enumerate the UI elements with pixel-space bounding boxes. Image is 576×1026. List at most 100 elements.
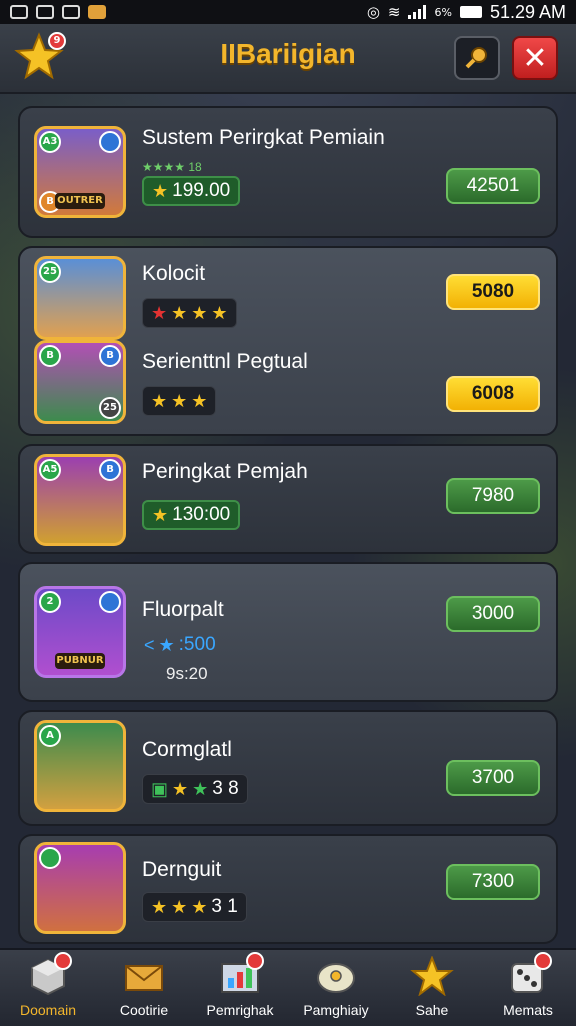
gallery-icon [36,5,54,19]
signal-icon [408,5,427,19]
star-icon: ★ [211,302,228,323]
notification-badge [54,952,72,970]
nav-item-doomain[interactable]: Doomain [0,950,96,1026]
avatar-nameplate: OUTRER [55,193,105,209]
score-button[interactable]: 7300 [446,864,540,900]
level-badge: 2 [39,591,61,613]
star-icon: ★ [171,896,188,917]
score-value: 3 1 [211,896,238,917]
leaderboard-card-4[interactable]: 2 PUBNUR Fluorpalt < ★ :500 9s:20 3000 [18,562,558,702]
nav-label: Memats [503,1002,553,1018]
status-right: ◎ ≋ 6% 51.29 AM [367,2,566,23]
rating-chip: ★ ★ ★ ★ [142,298,237,328]
leaderboard-card-5[interactable]: A Cormglatl ▣ ★ ★ 3 8 3700 [18,710,558,826]
score-button[interactable]: 3700 [446,760,540,796]
app-icon [88,5,106,19]
bottom-nav: Doomain Cootirie Pemrighak Pamghiaiy Sah… [0,948,576,1026]
score-button[interactable]: 3000 [446,596,540,632]
level-badge: 25 [39,261,61,283]
status-time: 51.29 AM [489,1,566,22]
avatar-nameplate: PUBNUR [55,653,105,669]
nav-item-pamghiaiy[interactable]: Pamghiaiy [288,950,384,1026]
nav-item-sahe[interactable]: Sahe [384,950,480,1026]
card-title: Fluorpalt [142,598,224,621]
score-chip: < ★ :500 [136,630,224,660]
close-button[interactable]: ✕ [512,36,558,80]
header: 9 IIBariigian ✕ [0,24,576,94]
nav-label: Sahe [415,1002,449,1018]
rank-badge: 25 [99,397,121,419]
status-bar: ◎ ≋ 6% 51.29 AM [0,0,576,24]
star-icon: ★ [151,896,168,917]
card-title: Peringkat Pemjah [142,460,308,483]
level-badge [39,847,61,869]
star-icon: ★ [191,302,208,323]
leaderboard-card-2[interactable]: 25 B B 25 Kolocit ★ ★ ★ ★ 5080 Serienttn… [18,246,558,436]
score-button-2[interactable]: 6008 [446,376,540,412]
rating-chip: ★ ★ ★ [142,386,217,416]
star-icon [410,956,454,996]
card-title: Kolocit [142,262,206,285]
star-icon: ★ [191,390,208,411]
share-icon: < [144,634,155,655]
level-badge: A [39,725,61,747]
nav-item-memats[interactable]: Memats [480,950,576,1026]
class-badge: B [99,345,121,367]
card-title-2: Serienttnl Pegtual [142,350,308,373]
score-button[interactable]: 42501 [446,168,540,204]
leaderboard-card-1[interactable]: A3 B OUTRER Sustem Perirgkat Pemiain ★★★… [18,106,558,238]
star-icon: ★ [171,390,188,411]
class-badge: B [99,459,121,481]
card-title: Dernguit [142,858,222,881]
star-icon: ★ [151,302,168,323]
nav-label: Pamghiaiy [303,1002,369,1018]
rating-chip: ▣ ★ ★ 3 8 [142,774,248,804]
search-button[interactable] [454,36,500,80]
score-button[interactable]: 7980 [446,478,540,514]
level-badge: B [39,345,61,367]
rating-chip: ★ ★ ★ 3 1 [142,892,247,922]
avatar [34,842,126,934]
nav-item-pemrighak[interactable]: Pemrighak [192,950,288,1026]
sub-value: 9s:20 [166,664,208,683]
nav-label: Cootirie [119,1002,169,1018]
score-chip: ★ 199.00 [142,176,241,206]
star-icon: ★ [172,778,189,799]
score-chip: ★ 130:00 [142,500,241,530]
avatar: A [34,720,126,812]
star-icon: ★ [151,390,168,411]
leaderboard-card-3[interactable]: A5 B Peringkat Pemjah ★ 130:00 7980 [18,444,558,554]
avatar: B B 25 [34,340,126,424]
star-icon: ★ [152,180,169,201]
class-badge [99,131,121,153]
score-button[interactable]: 5080 [446,274,540,310]
envelope-icon [125,965,163,991]
status-left [10,5,106,19]
notification-icon [10,5,28,19]
close-icon: ✕ [522,40,548,76]
notification-badge [246,952,264,970]
avatar: 2 PUBNUR [34,586,126,678]
avatar: 25 [34,256,126,340]
disc-icon [317,963,355,993]
search-icon [465,47,487,69]
battery-icon [459,6,482,18]
star-icon: ★ [191,896,208,917]
avatar: A5 B [34,454,126,546]
nav-item-cootirie[interactable]: Cootirie [96,950,192,1026]
card-title: Cormglatl [142,738,232,761]
level-badge: A5 [39,459,61,481]
rating-text: ★★★★ 18 [142,160,202,174]
wifi-icon: ≋ [387,3,401,21]
score-value: 3 8 [212,778,239,799]
avatar: A3 B OUTRER [34,126,126,218]
nav-label: Pemrighak [206,1002,274,1018]
nav-label: Doomain [19,1002,77,1018]
leaderboard-card-6[interactable]: Dernguit ★ ★ ★ 3 1 7300 [18,834,558,944]
notification-badge [534,952,552,970]
star-icon: ★ [171,302,188,323]
alarm-icon: ◎ [366,3,380,21]
score-value: 130:00 [172,504,231,525]
score-value: 199.00 [172,180,231,201]
card-title: Sustem Perirgkat Pemiain [142,126,385,149]
